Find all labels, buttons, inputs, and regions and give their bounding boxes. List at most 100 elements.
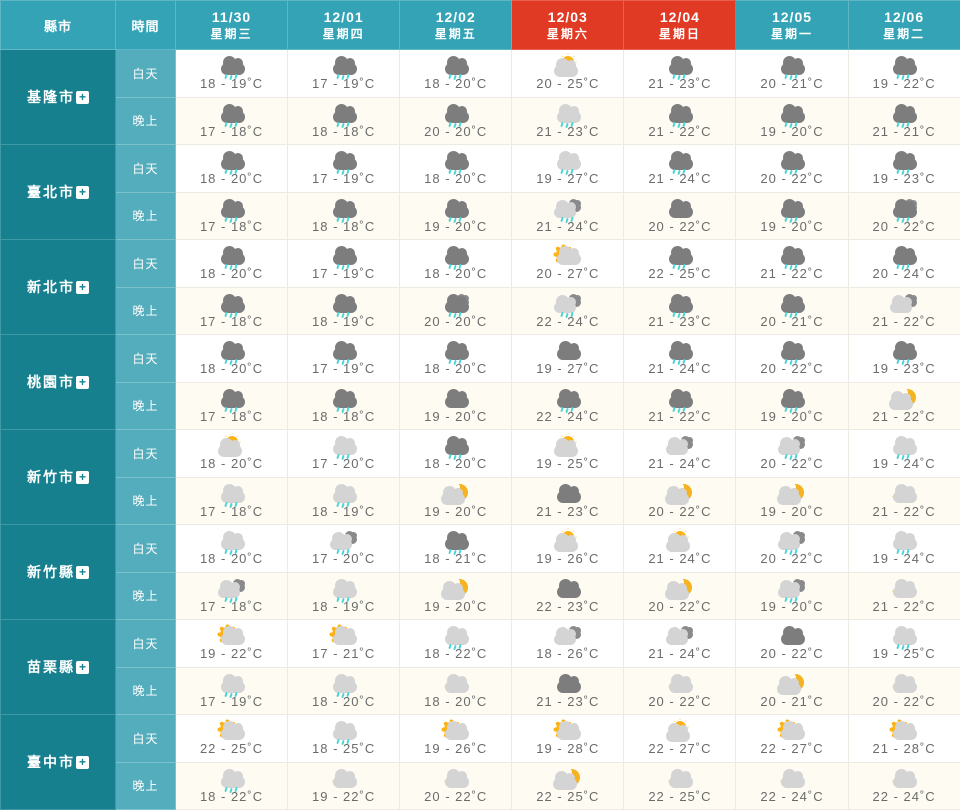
city-cell-臺北市[interactable]: 臺北市+ — [1, 145, 116, 240]
header-weekday: 星期四 — [288, 26, 399, 42]
city-cell-臺中市[interactable]: 臺中市+ — [1, 715, 116, 810]
forecast-cell: 20 - 21˚C — [736, 287, 848, 335]
temperature-range: 22 - 24˚C — [760, 790, 823, 804]
expand-plus-icon[interactable]: + — [76, 376, 89, 389]
rain-icon — [436, 245, 476, 269]
table-row: 晚上17 - 18˚C18 - 18˚C19 - 20˚C22 - 24˚C21… — [1, 382, 960, 430]
time-label-day: 白天 — [116, 430, 176, 478]
moon-behind-cloud-icon — [660, 483, 700, 507]
temperature-range: 21 - 22˚C — [873, 600, 936, 614]
forecast-cell: 21 - 23˚C — [624, 287, 736, 335]
forecast-cell: 20 - 20˚C — [400, 287, 512, 335]
forecast-cell: 19 - 20˚C — [400, 192, 512, 240]
city-name: 基隆市 — [27, 89, 75, 105]
forecast-cell: 21 - 23˚C — [624, 50, 736, 98]
rain-icon — [660, 150, 700, 174]
moon-icon — [772, 768, 812, 792]
temperature-range: 19 - 22˚C — [200, 647, 263, 661]
expand-plus-icon[interactable]: + — [76, 91, 89, 104]
moon-icon — [436, 768, 476, 792]
rain-icon — [884, 245, 924, 269]
forecast-cell: 19 - 20˚C — [736, 477, 848, 525]
expand-plus-icon[interactable]: + — [76, 186, 89, 199]
forecast-cell: 19 - 22˚C — [288, 762, 400, 810]
expand-plus-icon[interactable]: + — [76, 756, 89, 769]
forecast-cell: 20 - 20˚C — [400, 97, 512, 145]
forecast-cell: 22 - 24˚C — [512, 382, 624, 430]
rain-icon — [436, 150, 476, 174]
city-cell-新竹市[interactable]: 新竹市+ — [1, 430, 116, 525]
city-name: 新竹市 — [27, 469, 75, 485]
forecast-cell: 20 - 22˚C — [400, 762, 512, 810]
rain-icon — [884, 150, 924, 174]
forecast-cell: 17 - 18˚C — [176, 192, 288, 240]
forecast-cell: 17 - 18˚C — [176, 572, 288, 620]
sun-icon — [772, 720, 812, 744]
forecast-cell: 19 - 25˚C — [848, 620, 960, 668]
city-cell-新竹縣[interactable]: 新竹縣+ — [1, 525, 116, 620]
rain-icon — [884, 55, 924, 79]
forecast-cell: 21 - 24˚C — [624, 145, 736, 193]
rain-icon — [324, 103, 364, 127]
city-name: 桃園市 — [27, 374, 75, 390]
forecast-cell: 22 - 24˚C — [512, 287, 624, 335]
moon-icon — [884, 578, 924, 602]
cloud-icon — [436, 388, 476, 412]
temperature-range: 21 - 24˚C — [648, 647, 711, 661]
forecast-cell: 22 - 25˚C — [512, 762, 624, 810]
forecast-cell: 18 - 19˚C — [288, 477, 400, 525]
temperature-range: 20 - 22˚C — [648, 505, 711, 519]
time-label-night: 晚上 — [116, 762, 176, 810]
sun-icon — [436, 720, 476, 744]
header-time: 時間 — [116, 1, 176, 50]
forecast-cell: 18 - 18˚C — [288, 382, 400, 430]
city-cell-苗栗縣[interactable]: 苗栗縣+ — [1, 620, 116, 715]
header-weekday: 星期日 — [624, 26, 735, 42]
cloud-icon — [772, 625, 812, 649]
forecast-cell: 21 - 22˚C — [624, 97, 736, 145]
forecast-cell: 21 - 22˚C — [848, 287, 960, 335]
header-date: 12/03 — [512, 9, 623, 26]
temperature-range: 22 - 25˚C — [648, 790, 711, 804]
time-label-night: 晚上 — [116, 667, 176, 715]
city-cell-新北市[interactable]: 新北市+ — [1, 240, 116, 335]
forecast-cell: 18 - 20˚C — [176, 335, 288, 383]
city-cell-基隆市[interactable]: 基隆市+ — [1, 50, 116, 145]
light-rain-icon — [212, 768, 252, 792]
sun-behind-cloud-icon — [548, 55, 588, 79]
forecast-cell: 18 - 20˚C — [288, 667, 400, 715]
temperature-range: 18 - 20˚C — [200, 457, 263, 471]
moon-behind-cloud-icon — [772, 673, 812, 697]
moon-icon — [660, 768, 700, 792]
forecast-cell: 17 - 21˚C — [288, 620, 400, 668]
forecast-cell: 19 - 20˚C — [400, 382, 512, 430]
forecast-cell: 20 - 22˚C — [848, 192, 960, 240]
forecast-cell: 21 - 23˚C — [512, 477, 624, 525]
rain-icon — [772, 55, 812, 79]
expand-plus-icon[interactable]: + — [76, 661, 89, 674]
expand-plus-icon[interactable]: + — [76, 281, 89, 294]
rain-icon — [324, 293, 364, 317]
forecast-cell: 20 - 22˚C — [624, 572, 736, 620]
expand-plus-icon[interactable]: + — [76, 471, 89, 484]
city-name: 新北市 — [27, 279, 75, 295]
header-date: 12/05 — [736, 9, 847, 26]
header-weekday: 星期五 — [400, 26, 511, 42]
forecast-cell: 17 - 19˚C — [176, 667, 288, 715]
expand-plus-icon[interactable]: + — [76, 566, 89, 579]
time-label-day: 白天 — [116, 715, 176, 763]
forecast-cell: 18 - 22˚C — [176, 762, 288, 810]
time-label-day: 白天 — [116, 240, 176, 288]
light-rain-icon — [324, 435, 364, 459]
forecast-cell: 19 - 23˚C — [848, 145, 960, 193]
city-cell-桃園市[interactable]: 桃園市+ — [1, 335, 116, 430]
forecast-cell: 19 - 28˚C — [512, 715, 624, 763]
forecast-cell: 18 - 18˚C — [288, 192, 400, 240]
header-date: 12/02 — [400, 9, 511, 26]
cloud-light-icon — [548, 625, 588, 649]
forecast-cell: 19 - 27˚C — [512, 145, 624, 193]
rain-icon — [324, 340, 364, 364]
rain-icon — [660, 103, 700, 127]
table-row: 桃園市+白天18 - 20˚C17 - 19˚C18 - 20˚C19 - 27… — [1, 335, 960, 383]
rain-icon — [212, 388, 252, 412]
